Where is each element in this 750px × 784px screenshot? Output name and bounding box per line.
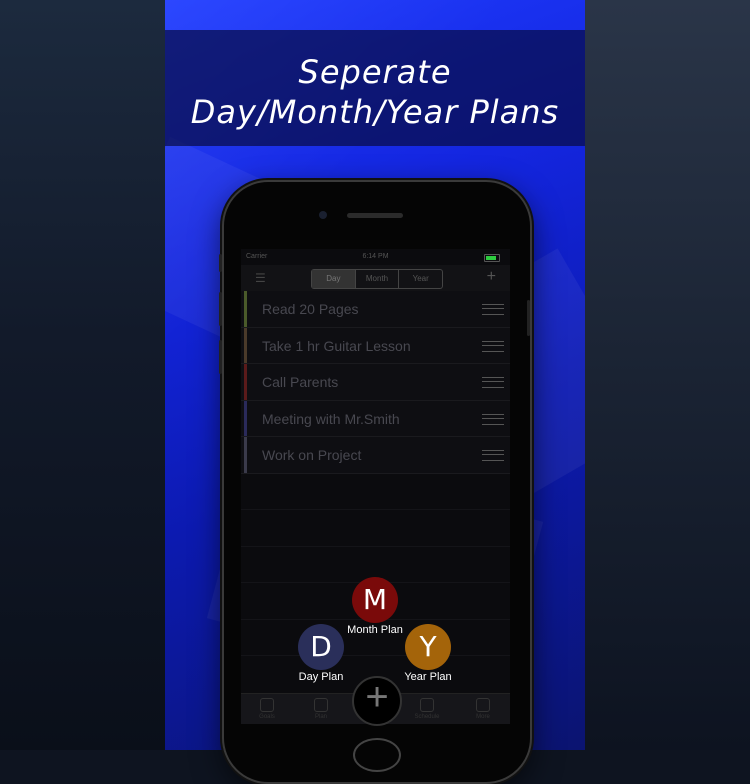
segment-day[interactable]: Day — [312, 270, 355, 288]
phone-volume-up — [219, 292, 222, 326]
battery-icon — [484, 254, 500, 262]
task-color-bar — [244, 291, 247, 327]
tab-goals-label: Goals — [259, 714, 275, 720]
tab-schedule[interactable]: Schedule — [407, 698, 447, 720]
tab-plan-label: Plan — [314, 714, 327, 720]
task-color-bar — [244, 400, 247, 436]
empty-row — [241, 474, 510, 510]
tab-more-label: More — [476, 714, 490, 720]
tab-more[interactable]: More — [463, 698, 503, 720]
task-row[interactable]: Take 1 hr Guitar Lesson — [241, 327, 510, 364]
drag-handle-icon[interactable] — [482, 377, 504, 388]
front-camera — [319, 211, 327, 219]
phone-volume-down — [219, 340, 222, 374]
year-plan-button[interactable]: Y — [405, 624, 451, 670]
segment-year[interactable]: Year — [398, 270, 442, 288]
add-task-plus-icon[interactable]: + — [487, 268, 496, 286]
drag-handle-icon[interactable] — [482, 304, 504, 315]
task-title: Read 20 Pages — [262, 301, 359, 317]
month-plan-label: Month Plan — [347, 624, 403, 636]
headline-line-2: Day/Month/Year Plans — [190, 93, 560, 131]
phone-mute-switch — [219, 254, 222, 272]
task-title: Take 1 hr Guitar Lesson — [262, 337, 411, 354]
tab-more-icon — [476, 698, 490, 712]
plan-segmented-control: Day Month Year — [311, 269, 443, 289]
day-plan-label: Day Plan — [298, 671, 344, 683]
tab-schedule-label: Schedule — [414, 714, 440, 720]
home-button[interactable] — [353, 738, 401, 772]
task-title: Call Parents — [262, 374, 339, 390]
month-plan-letter: M — [362, 583, 388, 616]
headline-line-1: Seperate — [298, 53, 452, 91]
background-right-panel — [585, 0, 750, 750]
year-plan-letter: Y — [419, 630, 437, 663]
drag-handle-icon[interactable] — [482, 450, 504, 461]
task-color-bar — [244, 437, 247, 473]
phone-power-button — [527, 300, 530, 336]
task-title: Work on Project — [262, 447, 362, 463]
task-color-bar — [244, 364, 247, 400]
app-screen: Carrier 6:14 PM ☰ Day Month Year + Read … — [241, 249, 510, 724]
segment-month[interactable]: Month — [354, 270, 399, 288]
tab-plan[interactable]: Plan — [301, 698, 341, 720]
tab-plan-icon — [314, 698, 328, 712]
day-plan-letter: D — [310, 630, 332, 663]
task-row[interactable]: Work on Project — [241, 437, 510, 474]
day-plan-button[interactable]: D — [298, 624, 344, 670]
empty-row — [241, 510, 510, 547]
task-row[interactable]: Call Parents — [241, 364, 510, 401]
tab-goals-icon — [260, 698, 274, 712]
drag-handle-icon[interactable] — [482, 413, 504, 425]
task-row[interactable]: Read 20 Pages — [241, 291, 510, 328]
list-icon[interactable]: ☰ — [255, 271, 273, 285]
drag-handle-icon[interactable] — [482, 340, 504, 352]
background-left-panel — [0, 0, 165, 750]
task-color-bar — [244, 327, 247, 363]
tab-schedule-icon — [420, 698, 434, 712]
tab-goals[interactable]: Goals — [247, 698, 287, 720]
status-bar: Carrier 6:14 PM — [241, 249, 510, 265]
month-plan-button[interactable]: M — [352, 577, 398, 623]
task-title: Meeting with Mr.Smith — [262, 410, 400, 427]
status-time: 6:14 PM — [362, 253, 389, 260]
task-row[interactable]: Meeting with Mr.Smith — [241, 400, 510, 437]
year-plan-label: Year Plan — [404, 671, 452, 683]
nav-bar: ☰ Day Month Year + — [241, 265, 510, 291]
earpiece — [347, 213, 403, 218]
